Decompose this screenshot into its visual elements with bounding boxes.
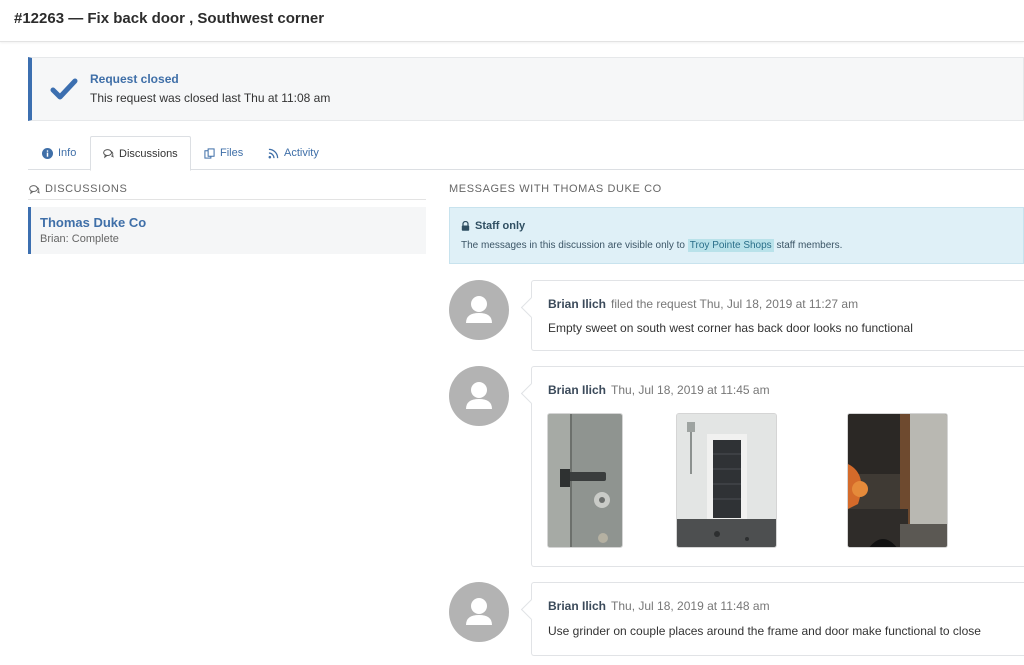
banner-title: Request closed — [90, 72, 179, 86]
tab-bar: Info Discussions Files Activity — [28, 136, 1024, 171]
tab-discussions[interactable]: Discussions — [90, 136, 191, 171]
message-meta: filed the request Thu, Jul 18, 2019 at 1… — [611, 297, 859, 311]
tab-activity[interactable]: Activity — [256, 136, 331, 170]
staff-text-before: The messages in this discussion are visi… — [461, 240, 685, 251]
discussion-item[interactable]: Thomas Duke Co Brian: Complete — [28, 207, 426, 254]
message-card: Brian Ilich Thu, Jul 18, 2019 at 11:45 am — [531, 366, 1024, 567]
staff-text-after: staff members. — [776, 240, 843, 251]
tab-info[interactable]: Info — [30, 136, 88, 170]
messages-heading: MESSAGES WITH THOMAS DUKE CO — [449, 183, 662, 195]
banner-text: This request was closed last Thu at 11:0… — [90, 91, 331, 105]
lock-icon — [461, 221, 470, 231]
message-body: Use grinder on couple places around the … — [548, 624, 981, 638]
message-card: Brian Ilich Thu, Jul 18, 2019 at 11:48 am… — [531, 582, 1024, 656]
message-body: Empty sweet on south west corner has bac… — [548, 321, 913, 335]
info-icon — [42, 147, 53, 159]
discussion-subtitle: Brian: Complete — [40, 233, 119, 245]
page-title: #12263 — Fix back door , Southwest corne… — [14, 10, 325, 27]
avatar — [449, 582, 509, 642]
photo-thumbnail-back-door[interactable] — [676, 413, 777, 548]
user-icon — [466, 296, 492, 323]
checkmark-icon — [50, 78, 78, 100]
message-header: Brian Ilich filed the request Thu, Jul 18… — [548, 297, 858, 311]
discussions-heading: DISCUSSIONS — [29, 183, 127, 195]
message-author[interactable]: Brian Ilich — [548, 599, 606, 613]
page-header: #12263 — Fix back door , Southwest corne… — [0, 0, 1024, 42]
tab-label: Discussions — [119, 147, 178, 160]
message-meta: Thu, Jul 18, 2019 at 11:48 am — [611, 599, 770, 613]
message-card: Brian Ilich filed the request Thu, Jul 18… — [531, 280, 1024, 351]
photo-thumbnail-door-frame[interactable] — [847, 413, 948, 548]
message-author[interactable]: Brian Ilich — [548, 383, 606, 397]
request-closed-banner: Request closed This request was closed l… — [28, 57, 1024, 121]
user-icon — [466, 598, 492, 625]
staff-only-notice: Staff only The messages in this discussi… — [449, 207, 1024, 264]
staff-only-text: The messages in this discussion are visi… — [461, 239, 843, 252]
message-header: Brian Ilich Thu, Jul 18, 2019 at 11:48 am — [548, 599, 770, 613]
chat-icon — [29, 184, 40, 194]
files-icon — [204, 147, 215, 159]
message-header: Brian Ilich Thu, Jul 18, 2019 at 11:45 am — [548, 383, 770, 397]
tab-label: Files — [220, 147, 244, 159]
photo-thumbnail-door-latch[interactable] — [547, 413, 623, 548]
rss-icon — [268, 148, 279, 158]
divider — [28, 199, 426, 200]
tab-label: Info — [58, 147, 77, 159]
discussions-heading-text: DISCUSSIONS — [45, 183, 128, 195]
avatar — [449, 366, 509, 426]
staff-only-title-text: Staff only — [475, 220, 526, 232]
user-icon — [466, 382, 492, 409]
chat-icon — [103, 149, 114, 159]
organization-link[interactable]: Troy Pointe Shops — [687, 239, 774, 252]
tab-files[interactable]: Files — [192, 136, 255, 170]
avatar — [449, 280, 509, 340]
tab-label: Activity — [284, 147, 319, 159]
message-author[interactable]: Brian Ilich — [548, 297, 606, 311]
staff-only-title: Staff only — [461, 220, 525, 232]
discussion-name: Thomas Duke Co — [40, 215, 147, 230]
message-meta: Thu, Jul 18, 2019 at 11:45 am — [611, 383, 770, 397]
